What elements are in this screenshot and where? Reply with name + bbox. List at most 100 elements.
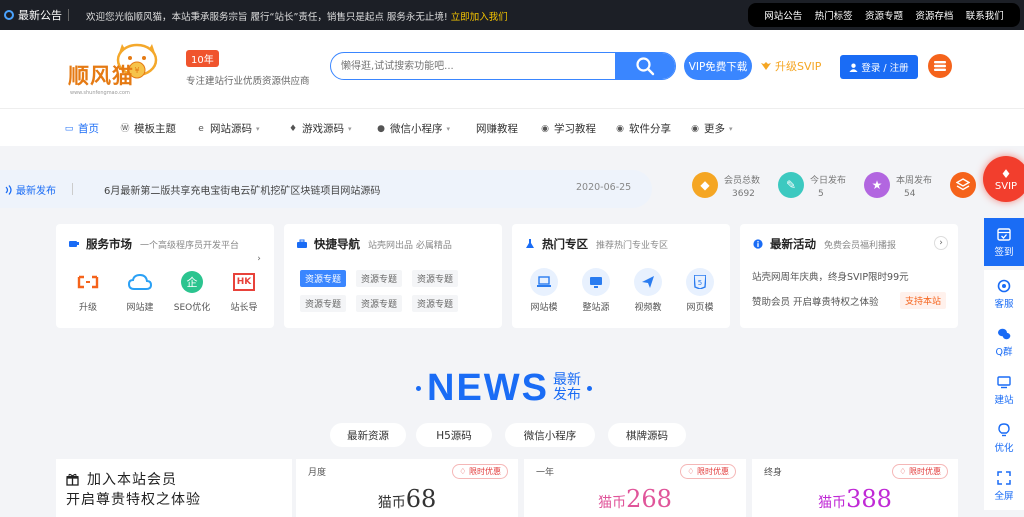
quicknav-tag[interactable]: 资源专题 [356, 270, 402, 287]
wechat-icon [998, 328, 1011, 339]
chevron-right-icon[interactable]: › [252, 252, 266, 266]
nav-item-home[interactable]: ▭ 首页 [64, 121, 99, 136]
nav-item-site-source[interactable]: e 网站源码 ▾ [196, 121, 259, 136]
card-subtitle: 免费会员福利播报 [824, 240, 897, 251]
member-join-box: 加入本站会员 开启尊贵特权之体验 [56, 459, 292, 517]
search-icon [636, 57, 655, 76]
site-logo[interactable]: ¥ 顺风猫 www.shunfengmao.com [68, 38, 168, 100]
desktop-icon [997, 375, 1011, 388]
quicknav-tag[interactable]: 资源专题 [300, 270, 346, 287]
nav-item-earn-tutorial[interactable]: 网赚教程 [476, 121, 518, 136]
sidebar-label: 全屏 [994, 490, 1014, 502]
upgrade-svip-link[interactable]: 升级SVIP [760, 58, 821, 74]
circle-dot-icon: ◉ [691, 123, 699, 134]
search-input[interactable] [331, 53, 617, 79]
nav-item-themes[interactable]: Ⓦ 模板主题 [120, 121, 176, 136]
nav-item-game-source[interactable]: ♦ 游戏源码 ▾ [288, 121, 352, 136]
link-archive[interactable]: 资源存档 [915, 8, 953, 22]
nav-item-learning[interactable]: ◉ 学习教程 [540, 121, 596, 136]
link-announcement[interactable]: 网站公告 [764, 8, 802, 22]
header: ¥ 顺风猫 www.shunfengmao.com 10年 专注建站行业优质资源… [0, 30, 1024, 108]
years-badge: 10年 [186, 50, 219, 67]
nav-item-more[interactable]: ◉ 更多 ▾ [690, 121, 732, 136]
card-subtitle: 一个高级程序员开发平台 [140, 240, 240, 251]
member-line1-text: 加入本站会员 [87, 472, 177, 488]
service-item-seo[interactable]: 企 SEO优化 [170, 270, 214, 313]
stat-week: ★ 本周发布 54 [864, 170, 944, 204]
announcement-label: 最新公告 [18, 9, 62, 22]
sidebar-build-site[interactable]: 建站 [984, 366, 1024, 414]
nav-label: 微信小程序 [390, 123, 443, 135]
menu-stack-icon[interactable] [928, 54, 952, 78]
card-hot-zone: 热门专区 推荐热门专业专区 网站模 整站源 视频教 5 网页模 [512, 224, 730, 328]
link-hot-tags[interactable]: 热门标签 [815, 8, 853, 22]
card-service-market: 服务市场 一个高级程序员开发平台 › 升级 网站建 企 SEO优化 HK 站长导 [56, 224, 274, 328]
news-tab-latest[interactable]: 最新资源 [330, 423, 406, 447]
headset-icon [997, 279, 1011, 292]
sidebar-optimize[interactable]: 优化 [984, 414, 1024, 462]
welcome-message: 欢迎您光临顺风猫，本站秉承服务宗旨 履行“站长”责任，销售只是起点 服务永无止境… [86, 12, 448, 23]
price-period: 月度 [308, 468, 327, 478]
nav-item-mini-program[interactable]: ● 微信小程序 ▾ [376, 121, 450, 136]
price-card-lifetime[interactable]: 终身 ♢ 限时优惠 猫币388 [752, 459, 958, 517]
activity-line[interactable]: 站壳网周年庆典，终身SVIP限时99元 [752, 269, 909, 283]
top-links: 网站公告 热门标签 资源专题 资源存档 联系我们 [748, 3, 1020, 27]
link-contact[interactable]: 联系我们 [966, 8, 1004, 22]
news-tab-h5[interactable]: H5源码 [416, 423, 492, 447]
login-register-label: 登录 / 注册 [861, 63, 909, 74]
support-button[interactable]: 支持本站 [900, 292, 947, 309]
news-subtitle-line2: 发布 [553, 387, 581, 403]
quicknav-tag[interactable]: 资源专题 [356, 295, 402, 312]
ie-icon: e [198, 123, 204, 134]
quicknav-tag[interactable]: 资源专题 [300, 295, 346, 312]
service-label: 升级 [78, 303, 97, 313]
sidebar-label: 签到 [994, 246, 1014, 258]
limited-offer-badge: ♢ 限时优惠 [680, 464, 736, 479]
stat-label: 本周发布 [896, 176, 933, 186]
quicknav-tag[interactable]: 资源专题 [412, 295, 458, 312]
star-icon: ★ [864, 172, 890, 198]
stat-label: 今日发布 [810, 176, 847, 186]
logo-name: 顺风猫 [68, 63, 134, 88]
right-float-sidebar: 签到 客服 Q群 建站 优化 全屏 [984, 218, 1024, 517]
member-line2: 开启尊贵特权之体验 [66, 492, 201, 508]
login-register-button[interactable]: 登录 / 注册 [840, 55, 918, 79]
limited-offer-label: 限时优惠 [697, 467, 729, 476]
ticker-headline[interactable]: 6月最新第二版共享充电宝街电云矿机挖矿区块链项目网站源码 [104, 182, 380, 197]
tag-icon: ✎ [778, 172, 804, 198]
price-card-yearly[interactable]: 一年 ♢ 限时优惠 猫币268 [524, 459, 746, 517]
price-card-monthly[interactable]: 月度 ♢ 限时优惠 猫币68 [296, 459, 518, 517]
link-topics[interactable]: 资源专题 [865, 8, 903, 22]
sidebar-qq-group[interactable]: Q群 [984, 318, 1024, 366]
sidebar-support[interactable]: 客服 [984, 270, 1024, 318]
join-link[interactable]: 立即加入我们 [451, 12, 508, 23]
hot-item-video[interactable]: 视频教 [628, 268, 668, 313]
seo-icon: 企 [180, 270, 204, 294]
layers-icon[interactable] [950, 172, 976, 198]
news-tab-mini-program[interactable]: 微信小程序 [505, 423, 595, 447]
service-item-upgrade[interactable]: 升级 [66, 270, 110, 313]
svip-float-button[interactable]: ♦ SVIP [983, 156, 1024, 202]
hot-item-full-site[interactable]: 整站源 [576, 268, 616, 313]
chevron-right-icon[interactable]: › [934, 236, 948, 250]
hot-label: 视频教 [634, 303, 662, 313]
nav-item-software[interactable]: ◉ 软件分享 [615, 121, 671, 136]
service-item-webmaster[interactable]: HK 站长导 [222, 270, 266, 313]
logo-url: www.shunfengmao.com [70, 90, 130, 96]
news-tab-chess[interactable]: 棋牌源码 [608, 423, 686, 447]
hot-item-site-template[interactable]: 网站模 [524, 268, 564, 313]
search-button[interactable] [615, 53, 675, 79]
quicknav-tag[interactable]: 资源专题 [412, 270, 458, 287]
stat-members: ◆ 会员总数 3692 [692, 170, 772, 204]
gem-icon: ♦ [1000, 166, 1012, 181]
broadcast-icon [4, 10, 14, 20]
nav-label: 首页 [78, 123, 99, 135]
sidebar-fullscreen[interactable]: 全屏 [984, 462, 1024, 510]
layers-icon [934, 61, 946, 71]
price-currency: 猫币 [377, 495, 406, 511]
sidebar-checkin[interactable]: 签到 [984, 218, 1024, 266]
service-item-site-build[interactable]: 网站建 [118, 270, 162, 313]
hot-item-web-template[interactable]: 5 网页模 [680, 268, 720, 313]
ticker-date: 2020-06-25 [576, 182, 632, 193]
vip-download-button[interactable]: VIP免费下载 [684, 52, 752, 80]
